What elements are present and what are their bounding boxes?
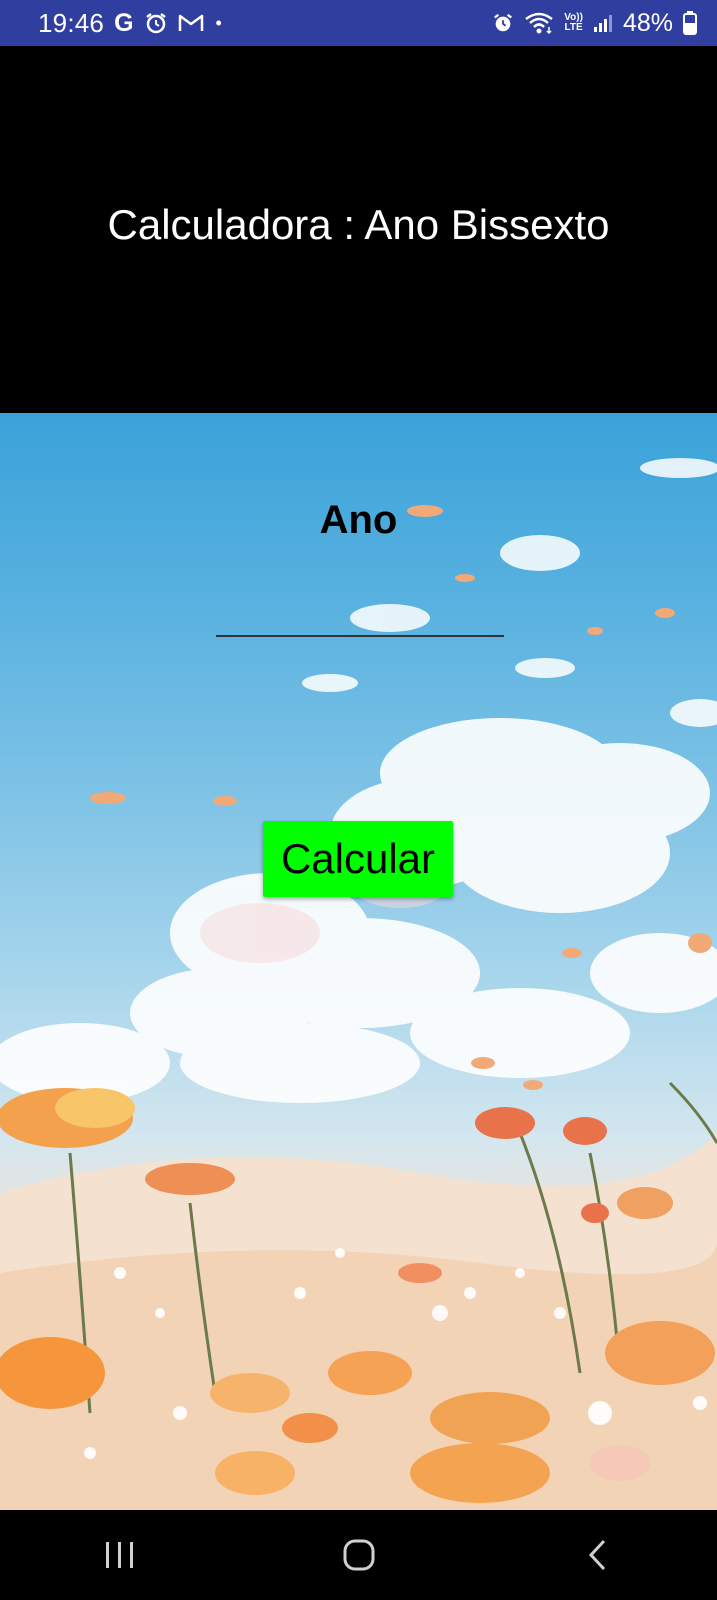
dot-icon: • <box>215 12 222 33</box>
alarm-icon <box>144 11 168 35</box>
home-icon <box>343 1539 374 1571</box>
navigation-bar <box>0 1510 717 1600</box>
status-bar-right: Vo)) LTE 48% <box>492 9 697 38</box>
main-content: Ano Calcular <box>0 413 717 1510</box>
back-button[interactable] <box>538 1520 658 1590</box>
battery-percent: 48% <box>622 8 673 37</box>
recent-apps-button[interactable] <box>60 1520 180 1590</box>
app-title: Calculadora : Ano Bissexto <box>107 200 610 248</box>
year-input[interactable] <box>216 583 504 637</box>
home-button[interactable] <box>299 1520 419 1590</box>
back-icon <box>588 1539 605 1571</box>
status-bar-left: 19:46 G • <box>38 8 222 39</box>
status-bar: 19:46 G • Vo)) LTE 48% <box>0 0 717 46</box>
signal-icon <box>593 13 613 33</box>
lte-label: LTE <box>564 22 583 33</box>
calculate-button[interactable]: Calcular <box>263 821 453 897</box>
recent-apps-icon <box>105 1542 133 1568</box>
year-label: Ano <box>319 498 398 542</box>
alarm-icon <box>492 12 514 34</box>
gmail-icon <box>178 13 204 33</box>
battery-icon <box>683 11 697 35</box>
wifi-icon <box>524 11 554 35</box>
volte-lte-icon: Vo)) LTE <box>564 13 583 33</box>
status-time: 19:46 <box>38 7 105 38</box>
background-illustration <box>0 458 717 1510</box>
app-title-bar: Calculadora : Ano Bissexto <box>0 46 717 413</box>
google-g-icon: G <box>114 8 134 37</box>
